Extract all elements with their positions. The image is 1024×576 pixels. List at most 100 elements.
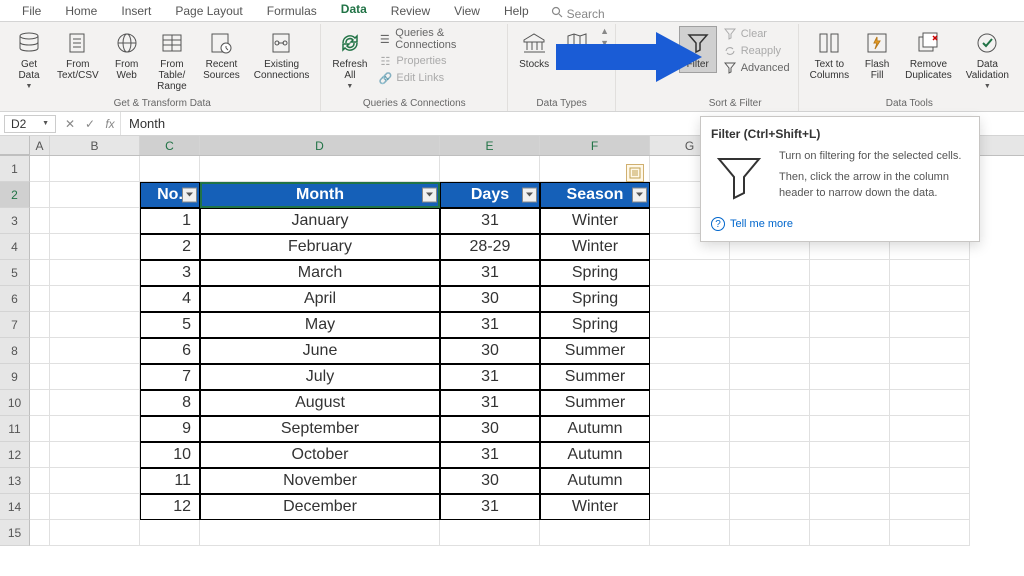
cell[interactable] bbox=[650, 390, 730, 416]
row-header[interactable]: 14 bbox=[0, 494, 30, 520]
row-header[interactable]: 11 bbox=[0, 416, 30, 442]
cell[interactable] bbox=[730, 260, 810, 286]
existing-connections-button[interactable]: Existing Connections bbox=[249, 26, 315, 84]
table-cell[interactable]: Winter bbox=[540, 494, 650, 520]
cell[interactable] bbox=[540, 520, 650, 546]
filter-dropdown-button[interactable] bbox=[182, 188, 197, 203]
table-cell[interactable]: 3 bbox=[140, 260, 200, 286]
cell[interactable] bbox=[30, 520, 50, 546]
cell[interactable] bbox=[730, 364, 810, 390]
cell[interactable] bbox=[730, 312, 810, 338]
cell[interactable] bbox=[890, 286, 970, 312]
from-csv-button[interactable]: From Text/CSV bbox=[52, 26, 104, 84]
tab-file[interactable]: File bbox=[10, 1, 53, 21]
row-header[interactable]: 12 bbox=[0, 442, 30, 468]
data-validation-button[interactable]: Data Validation ▼ bbox=[961, 26, 1014, 94]
remove-duplicates-button[interactable]: Remove Duplicates bbox=[900, 26, 957, 84]
table-cell[interactable]: Autumn bbox=[540, 416, 650, 442]
cell[interactable] bbox=[50, 234, 140, 260]
row-header[interactable]: 9 bbox=[0, 364, 30, 390]
properties-item[interactable]: ☷Properties bbox=[376, 53, 501, 69]
tab-page-layout[interactable]: Page Layout bbox=[163, 1, 254, 21]
table-cell[interactable]: August bbox=[200, 390, 440, 416]
table-cell[interactable]: December bbox=[200, 494, 440, 520]
cell[interactable] bbox=[30, 442, 50, 468]
cell[interactable] bbox=[30, 494, 50, 520]
cell[interactable] bbox=[810, 390, 890, 416]
cell[interactable] bbox=[890, 416, 970, 442]
cell[interactable] bbox=[810, 494, 890, 520]
edit-links-item[interactable]: 🔗Edit Links bbox=[376, 70, 501, 86]
cell[interactable] bbox=[30, 364, 50, 390]
refresh-all-button[interactable]: Refresh All ▼ bbox=[327, 26, 372, 94]
table-cell[interactable]: 30 bbox=[440, 286, 540, 312]
tab-home[interactable]: Home bbox=[53, 1, 109, 21]
tab-review[interactable]: Review bbox=[379, 1, 442, 21]
row-header[interactable]: 2 bbox=[0, 182, 30, 208]
cell[interactable] bbox=[50, 468, 140, 494]
cell[interactable] bbox=[810, 338, 890, 364]
smart-tag[interactable] bbox=[626, 164, 644, 182]
table-cell[interactable]: Spring bbox=[540, 312, 650, 338]
clear-filter-item[interactable]: Clear bbox=[721, 26, 792, 42]
cell[interactable] bbox=[140, 156, 200, 182]
col-header-f[interactable]: F bbox=[540, 136, 650, 155]
row-header[interactable]: 13 bbox=[0, 468, 30, 494]
cell[interactable] bbox=[890, 442, 970, 468]
table-cell[interactable]: Autumn bbox=[540, 468, 650, 494]
table-cell[interactable]: November bbox=[200, 468, 440, 494]
table-cell[interactable]: Spring bbox=[540, 286, 650, 312]
tab-formulas[interactable]: Formulas bbox=[255, 1, 329, 21]
cell[interactable] bbox=[650, 338, 730, 364]
row-header[interactable]: 3 bbox=[0, 208, 30, 234]
table-cell[interactable]: 7 bbox=[140, 364, 200, 390]
table-cell[interactable]: July bbox=[200, 364, 440, 390]
row-header[interactable]: 4 bbox=[0, 234, 30, 260]
table-cell[interactable]: 31 bbox=[440, 390, 540, 416]
select-all-corner[interactable] bbox=[0, 136, 30, 155]
tab-data[interactable]: Data bbox=[329, 0, 379, 21]
filter-dropdown-button[interactable] bbox=[632, 188, 647, 203]
table-cell[interactable]: Autumn bbox=[540, 442, 650, 468]
cell[interactable] bbox=[730, 416, 810, 442]
cell[interactable] bbox=[730, 338, 810, 364]
table-cell[interactable]: March bbox=[200, 260, 440, 286]
cell[interactable] bbox=[650, 442, 730, 468]
cell[interactable] bbox=[730, 286, 810, 312]
table-cell[interactable]: 4 bbox=[140, 286, 200, 312]
cell[interactable] bbox=[810, 468, 890, 494]
cell[interactable] bbox=[650, 260, 730, 286]
cell[interactable]: Days bbox=[440, 182, 540, 208]
cell[interactable] bbox=[890, 312, 970, 338]
cell[interactable] bbox=[650, 416, 730, 442]
cell[interactable]: Month bbox=[200, 182, 440, 208]
table-cell[interactable]: Winter bbox=[540, 234, 650, 260]
cell[interactable] bbox=[50, 312, 140, 338]
cell[interactable] bbox=[810, 260, 890, 286]
cell[interactable] bbox=[50, 286, 140, 312]
cell[interactable] bbox=[50, 390, 140, 416]
recent-sources-button[interactable]: Recent Sources bbox=[198, 26, 245, 84]
name-box[interactable]: D2 ▼ bbox=[4, 115, 56, 133]
queries-connections-item[interactable]: ☰Queries & Connections bbox=[376, 26, 501, 52]
filter-dropdown-button[interactable] bbox=[522, 188, 537, 203]
cell[interactable] bbox=[650, 312, 730, 338]
cell[interactable] bbox=[50, 182, 140, 208]
table-cell[interactable]: February bbox=[200, 234, 440, 260]
table-cell[interactable]: 8 bbox=[140, 390, 200, 416]
cell[interactable]: No. bbox=[140, 182, 200, 208]
cell[interactable] bbox=[890, 338, 970, 364]
table-cell[interactable]: May bbox=[200, 312, 440, 338]
cell[interactable] bbox=[650, 520, 730, 546]
cell[interactable] bbox=[890, 390, 970, 416]
cell[interactable] bbox=[810, 286, 890, 312]
table-cell[interactable]: Spring bbox=[540, 260, 650, 286]
cell[interactable] bbox=[440, 156, 540, 182]
row-header[interactable]: 6 bbox=[0, 286, 30, 312]
search-box[interactable]: Search bbox=[551, 6, 605, 21]
col-header-b[interactable]: B bbox=[50, 136, 140, 155]
cell[interactable] bbox=[50, 442, 140, 468]
from-table-button[interactable]: From Table/ Range bbox=[150, 26, 194, 95]
flash-fill-button[interactable]: Flash Fill bbox=[858, 26, 896, 84]
cell[interactable] bbox=[650, 364, 730, 390]
